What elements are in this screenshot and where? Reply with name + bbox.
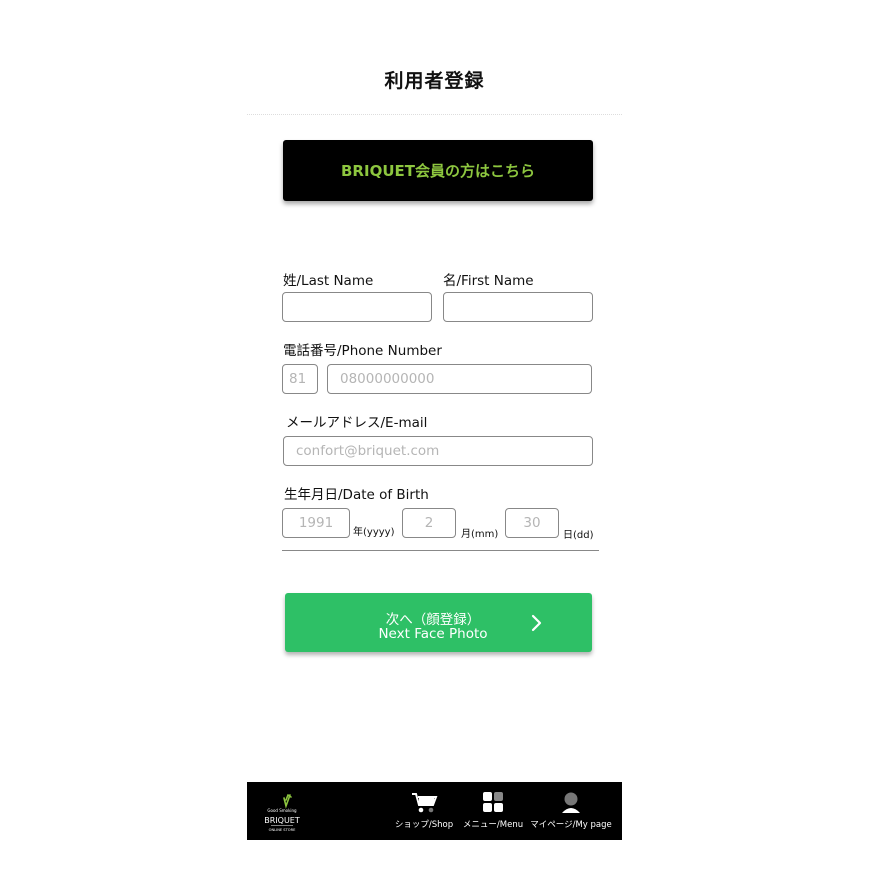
bottom-nav-bar: Good Smoking BRIQUET ONLINE STORE ショップ/S… [247,782,622,840]
logo-brand: BRIQUET [264,816,300,825]
birth-month-input[interactable] [402,508,456,538]
page-title: 利用者登録 [384,70,485,92]
nav-item-menu[interactable]: メニュー/Menu [461,790,525,836]
nav-shop-label: ショップ/Shop [394,820,454,830]
year-unit-label: 年(yyyy) [353,527,395,538]
month-unit-label: 月(mm) [461,529,499,540]
first-name-label: 名/First Name [443,273,534,289]
form-divider [282,550,599,551]
nav-item-mypage[interactable]: マイページ/My page [529,790,613,836]
phone-number-input[interactable] [327,364,592,394]
last-name-label: 姓/Last Name [283,273,374,289]
next-face-photo-button[interactable]: 次へ（顔登録） Next Face Photo [285,593,592,652]
first-name-input[interactable] [443,292,593,322]
email-input[interactable] [283,436,593,466]
phone-label: 電話番号/Phone Number [283,343,442,359]
email-label: メールアドレス/E-mail [286,415,428,431]
country-code-input[interactable] [282,364,318,394]
birth-day-input[interactable] [505,508,559,538]
grid-menu-icon [483,792,503,812]
nav-item-shop[interactable]: ショップ/Shop [393,790,455,836]
registration-page: 利用者登録 BRIQUET会員の方はこちら 姓/Last Name 名/Firs… [247,0,622,870]
birth-year-input[interactable] [282,508,350,538]
logo-subtitle: ONLINE STORE [269,828,296,832]
nav-mypage-label: マイページ/My page [530,820,612,830]
last-name-input[interactable] [282,292,432,322]
header-divider [247,114,622,115]
chevron-right-icon [531,614,542,632]
user-icon [562,792,580,813]
cart-icon [412,793,438,813]
day-unit-label: 日(dd) [563,530,594,541]
logo-tagline: Good Smoking [267,808,297,813]
briquet-logo[interactable]: Good Smoking BRIQUET ONLINE STORE [257,787,307,835]
nav-menu-label: メニュー/Menu [462,820,524,830]
birth-date-label: 生年月日/Date of Birth [284,487,429,503]
briquet-member-button[interactable]: BRIQUET会員の方はこちら [283,140,593,201]
